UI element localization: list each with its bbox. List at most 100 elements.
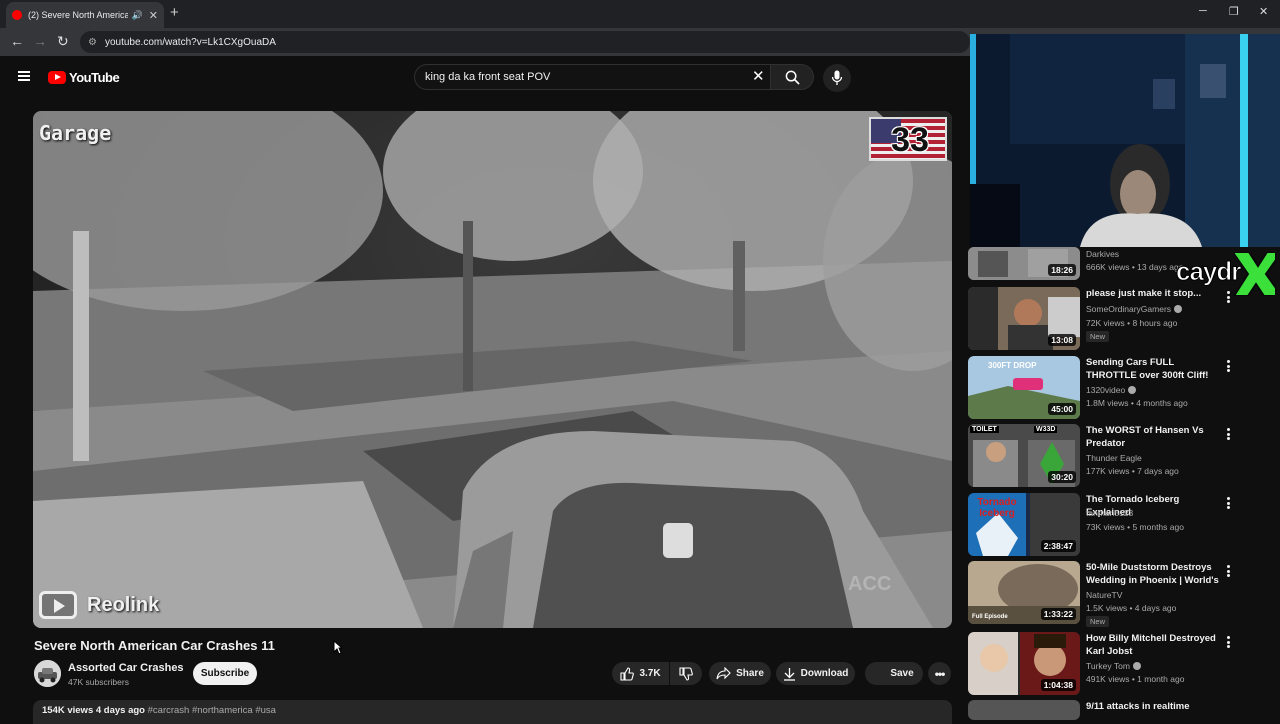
address-bar[interactable]: ⚙ youtube.com/watch?v=Lk1CXgOuaDA	[80, 31, 970, 53]
new-tab-button[interactable]: +	[170, 4, 179, 21]
tab-close-icon[interactable]: ✕	[149, 9, 158, 22]
webcam-image	[970, 34, 1280, 247]
american-flag-overlay: 33	[869, 117, 947, 161]
avatar-car-icon	[34, 660, 61, 687]
save-button[interactable]: Save	[865, 662, 923, 685]
svg-text:300FT DROP: 300FT DROP	[988, 361, 1037, 370]
recommendation-item[interactable]: Tornado Iceberg 2:38:47 The Tornado Iceb…	[968, 493, 1268, 557]
back-arrow-icon[interactable]: ←	[10, 33, 24, 49]
more-horizontal-icon: •••	[934, 666, 946, 681]
video-title[interactable]: How Billy Mitchell Destroyed Karl Jobst	[1086, 632, 1221, 658]
more-options-icon[interactable]	[1227, 360, 1230, 372]
video-player[interactable]: Garage 33 Reolink ACC	[33, 111, 952, 628]
audio-playing-icon[interactable]: 🔊	[132, 10, 143, 21]
recommendation-item[interactable]: TOILET W33D 30:20 The WORST of Hansen Vs…	[968, 424, 1268, 488]
description-box[interactable]: 154K views 4 days ago #carcrash #northam…	[33, 700, 952, 724]
channel-name: SomeOrdinaryGamers	[1086, 304, 1183, 314]
dislike-button[interactable]	[670, 662, 702, 685]
streamer-logo-overlay: caydr	[1174, 252, 1276, 296]
channel-name: Thunder Eagle	[1086, 453, 1142, 463]
close-window-icon[interactable]: ✕	[1259, 5, 1268, 18]
recommendation-item[interactable]: 13:08 please just make it stop... SomeOr…	[968, 287, 1268, 351]
forward-arrow-icon[interactable]: →	[33, 33, 47, 49]
channel-name: 1320video	[1086, 385, 1137, 395]
like-button[interactable]: 3.7K	[612, 662, 669, 685]
channel-name: NatureTV	[1086, 590, 1123, 600]
mouse-cursor-icon	[333, 640, 343, 655]
video-thumbnail[interactable]	[968, 700, 1080, 720]
recommendation-item[interactable]: 9/11 attacks in realtime	[968, 700, 1268, 720]
video-thumbnail[interactable]: Tornado Iceberg 2:38:47	[968, 493, 1080, 556]
new-badge: New	[1086, 331, 1110, 342]
reload-icon[interactable]: ↻	[57, 33, 69, 50]
share-button[interactable]: Share	[709, 662, 771, 685]
more-options-icon[interactable]	[1227, 636, 1230, 648]
video-duration: 1:04:38	[1040, 679, 1076, 691]
video-title[interactable]: Sending Cars FULL THROTTLE over 300ft Cl…	[1086, 356, 1221, 382]
streamer-webcam-overlay	[970, 34, 1280, 247]
browser-tab[interactable]: (2) Severe North American 🔊 ✕	[6, 2, 164, 28]
youtube-logo-text: YouTube	[69, 70, 120, 85]
video-thumbnail[interactable]: Full Episode 1:33:22	[968, 561, 1080, 624]
share-icon	[716, 667, 731, 680]
thumbnail-text: Tornado Iceberg	[977, 497, 1017, 519]
video-meta: 491K views • 1 month ago	[1086, 674, 1185, 684]
view-and-date: 154K views 4 days ago	[42, 705, 145, 716]
streamer-tag: caydr	[1175, 256, 1241, 287]
search-query-text: king da ka front seat POV	[425, 71, 551, 83]
save-label: Save	[890, 668, 914, 679]
channel-name[interactable]: Assorted Car Crashes	[68, 662, 184, 674]
search-input[interactable]: king da ka front seat POV	[414, 64, 770, 90]
video-title: Severe North American Car Crashes 11	[34, 638, 275, 653]
recommendation-item[interactable]: 1:04:38 How Billy Mitchell Destroyed Kar…	[968, 632, 1268, 696]
url-text: youtube.com/watch?v=Lk1CXgOuaDA	[104, 36, 276, 48]
voice-search-button[interactable]	[823, 64, 851, 92]
video-title[interactable]: The WORST of Hansen Vs Predator	[1086, 424, 1221, 450]
channel-name: Turkey Tom	[1086, 661, 1141, 671]
site-info-icon[interactable]: ⚙	[88, 37, 97, 48]
thumbnail-text: W33D	[1034, 426, 1058, 433]
video-meta: 1.8M views • 4 months ago	[1086, 398, 1188, 408]
clear-search-icon[interactable]: ✕	[752, 67, 765, 85]
channel-name: tanman5123	[1086, 508, 1134, 518]
verified-icon	[1174, 305, 1183, 313]
video-thumbnail[interactable]: 1:04:38	[968, 632, 1080, 695]
channel-watermark: ACC	[848, 573, 892, 595]
reolink-text: Reolink	[87, 593, 160, 616]
video-title[interactable]: 50-Mile Duststorm Destroys Wedding in Ph…	[1086, 561, 1221, 587]
search-icon	[785, 70, 800, 85]
video-thumbnail[interactable]: TOILET W33D 30:20	[968, 424, 1080, 487]
verified-icon	[1132, 662, 1141, 670]
channel-name: Darkives	[1086, 249, 1120, 259]
recommendation-item[interactable]: Full Episode 1:33:22 50-Mile Duststorm D…	[968, 561, 1268, 627]
download-button[interactable]: Download	[776, 662, 855, 685]
reolink-play-icon	[39, 591, 77, 619]
search-button[interactable]	[770, 64, 814, 90]
minimize-icon[interactable]: ─	[1199, 5, 1207, 17]
camera-label: Garage	[39, 121, 112, 145]
youtube-play-logo-icon	[48, 71, 66, 84]
subscriber-count: 47K subscribers	[68, 677, 129, 687]
more-options-icon[interactable]	[1227, 428, 1230, 440]
channel-avatar[interactable]	[34, 660, 61, 687]
video-duration: 30:20	[1048, 471, 1076, 483]
subscribe-button[interactable]: Subscribe	[193, 662, 257, 685]
video-thumbnail[interactable]: 18:26	[968, 247, 1080, 280]
video-duration: 13:08	[1048, 334, 1076, 346]
verified-icon	[1128, 386, 1137, 394]
reolink-overlay: Reolink	[39, 591, 159, 619]
more-options-icon[interactable]	[1227, 565, 1230, 577]
more-options-icon[interactable]	[1227, 497, 1230, 509]
video-duration: 18:26	[1048, 264, 1076, 276]
youtube-logo[interactable]: YouTube	[48, 70, 120, 85]
video-title[interactable]: 9/11 attacks in realtime	[1086, 700, 1221, 713]
hashtags[interactable]: #carcrash #northamerica #usa	[148, 705, 276, 716]
more-actions-button[interactable]: •••	[928, 662, 951, 685]
like-count: 3.7K	[639, 668, 661, 679]
restore-icon[interactable]: ❐	[1229, 5, 1239, 18]
video-thumbnail[interactable]: 300FT DROP 45:00	[968, 356, 1080, 419]
video-thumbnail[interactable]: 13:08	[968, 287, 1080, 350]
video-meta: 666K views • 13 days ago	[1086, 262, 1184, 272]
recommendation-item[interactable]: 300FT DROP 45:00 Sending Cars FULL THROT…	[968, 356, 1268, 420]
hamburger-menu-icon[interactable]	[18, 71, 30, 81]
